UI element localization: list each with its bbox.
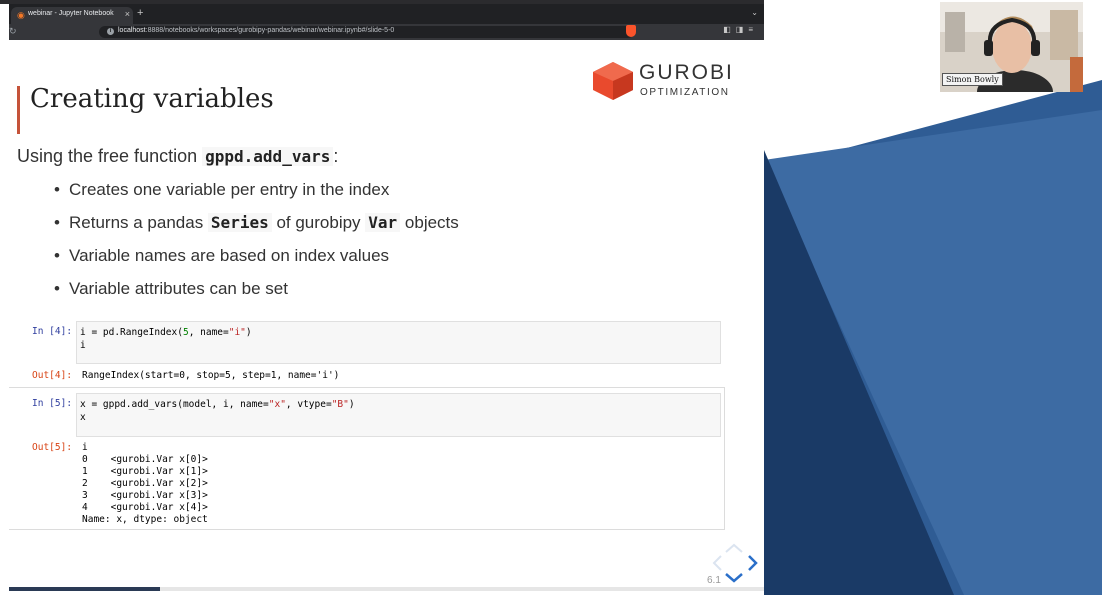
url-host: localhost bbox=[118, 27, 146, 34]
bullet-code: Var bbox=[365, 213, 401, 232]
logo-wordmark: GUROBI bbox=[639, 61, 734, 84]
gurobi-logo: GUROBI OPTIMIZATION bbox=[593, 60, 743, 102]
intro-text: Using the free function bbox=[17, 146, 198, 166]
bullet-item: Creates one variable per entry in the in… bbox=[54, 180, 459, 213]
bullet-text: Creates one variable per entry in the in… bbox=[69, 180, 390, 199]
code-line: x bbox=[80, 412, 86, 423]
cell-prompt-in-5: In [5]: bbox=[32, 398, 73, 409]
presentation-slide: Creating variables GUROBI OPTIMIZATION U… bbox=[9, 40, 764, 591]
nav-down-icon bbox=[725, 573, 743, 583]
jupyter-favicon-icon: ◉ bbox=[17, 10, 25, 20]
bullet-item: Variable attributes can be set bbox=[54, 279, 459, 312]
browser-toolbar: ↻ i localhost:8888/notebooks/workspaces/… bbox=[9, 24, 764, 40]
gurobi-logo-mark-icon bbox=[593, 62, 633, 100]
output-line: 1 <gurobi.Var x[1]> bbox=[82, 466, 208, 477]
nav-up-icon bbox=[725, 543, 743, 553]
bullet-text: Variable names are based on index values bbox=[69, 246, 390, 265]
tab-close-icon[interactable]: × bbox=[125, 9, 130, 19]
bullet-code: Series bbox=[207, 213, 272, 232]
webcam-video: Simon Bowly bbox=[940, 2, 1083, 92]
address-bar[interactable]: i localhost:8888/notebooks/workspaces/gu… bbox=[99, 26, 634, 38]
output-5: i 0 <gurobi.Var x[0]> 1 <gurobi.Var x[1]… bbox=[82, 442, 208, 526]
output-line: 4 <gurobi.Var x[4]> bbox=[82, 502, 208, 513]
slide-number: 6.1 bbox=[707, 575, 721, 586]
info-icon[interactable]: i bbox=[107, 28, 114, 35]
code-string: "B" bbox=[331, 399, 349, 410]
browser-tab[interactable]: ◉ webinar - Jupyter Notebook × bbox=[11, 7, 133, 24]
code-token: x = gppd.add_vars(model, i, name= bbox=[80, 399, 269, 410]
url-text: localhost:8888/notebooks/workspaces/guro… bbox=[118, 27, 394, 34]
intro-code: gppd.add_vars bbox=[202, 147, 334, 166]
toolbar-extension-icons[interactable]: ◧◨≡ bbox=[723, 25, 758, 34]
output-line: i bbox=[82, 442, 88, 453]
code-token: , name= bbox=[188, 327, 229, 338]
bullet-text: Returns a pandas bbox=[69, 213, 208, 232]
bullet-item: Variable names are based on index values bbox=[54, 246, 459, 279]
slide-progress-fill bbox=[9, 587, 160, 591]
output-line: 0 <gurobi.Var x[0]> bbox=[82, 454, 208, 465]
cell-prompt-out-4: Out[4]: bbox=[32, 370, 73, 381]
output-line: 3 <gurobi.Var x[3]> bbox=[82, 490, 208, 501]
title-accent-bar bbox=[17, 86, 20, 134]
nav-left-icon bbox=[712, 555, 722, 571]
brave-shield-icon[interactable] bbox=[626, 25, 636, 37]
intro-suffix: : bbox=[333, 146, 339, 166]
bullet-item: Returns a pandas Series of gurobipy Var … bbox=[54, 213, 459, 246]
code-token: ) bbox=[245, 327, 252, 338]
new-tab-button[interactable]: + bbox=[137, 7, 143, 19]
code-string: "x" bbox=[268, 399, 286, 410]
url-path: :8888/notebooks/workspaces/gurobipy-pand… bbox=[145, 27, 395, 34]
code-line: i = pd.RangeIndex(5, name="i") bbox=[80, 327, 252, 339]
nav-right-icon bbox=[748, 555, 758, 571]
chevron-down-icon[interactable]: ⌄ bbox=[751, 8, 758, 17]
bullet-text: Variable attributes can be set bbox=[69, 279, 288, 298]
code-cell-5[interactable]: x = gppd.add_vars(model, i, name="x", vt… bbox=[76, 393, 721, 437]
browser-window: ◉ webinar - Jupyter Notebook × + ⌄ ↻ i l… bbox=[9, 4, 764, 591]
tab-bar: ◉ webinar - Jupyter Notebook × + ⌄ bbox=[9, 4, 764, 24]
reload-icon[interactable]: ↻ bbox=[9, 26, 17, 37]
output-line: Name: x, dtype: object bbox=[82, 514, 208, 525]
output-4: RangeIndex(start=0, stop=5, step=1, name… bbox=[82, 370, 340, 381]
intro-line: Using the free function gppd.add_vars: bbox=[17, 146, 338, 167]
tab-title: webinar - Jupyter Notebook bbox=[28, 10, 114, 17]
slide-progress-bar bbox=[9, 587, 764, 591]
bullet-text: objects bbox=[400, 213, 459, 232]
code-token: , vtype= bbox=[285, 399, 332, 410]
code-cell-4[interactable]: i = pd.RangeIndex(5, name="i") i bbox=[76, 321, 721, 364]
bullet-list: Creates one variable per entry in the in… bbox=[54, 180, 459, 312]
cell-prompt-in-4: In [4]: bbox=[32, 326, 73, 337]
code-token: i = pd.RangeIndex( bbox=[80, 327, 183, 338]
logo-subtitle: OPTIMIZATION bbox=[640, 87, 730, 98]
code-line: i bbox=[80, 340, 86, 351]
output-line: 2 <gurobi.Var x[2]> bbox=[82, 478, 208, 489]
code-token: ) bbox=[348, 399, 355, 410]
bullet-text: of gurobipy bbox=[271, 213, 366, 232]
webcam-name-label: Simon Bowly bbox=[942, 73, 1003, 86]
slide-title: Creating variables bbox=[30, 84, 274, 114]
cell-prompt-out-5: Out[5]: bbox=[32, 442, 73, 453]
code-string: "i" bbox=[228, 327, 246, 338]
code-line: x = gppd.add_vars(model, i, name="x", vt… bbox=[80, 399, 355, 411]
